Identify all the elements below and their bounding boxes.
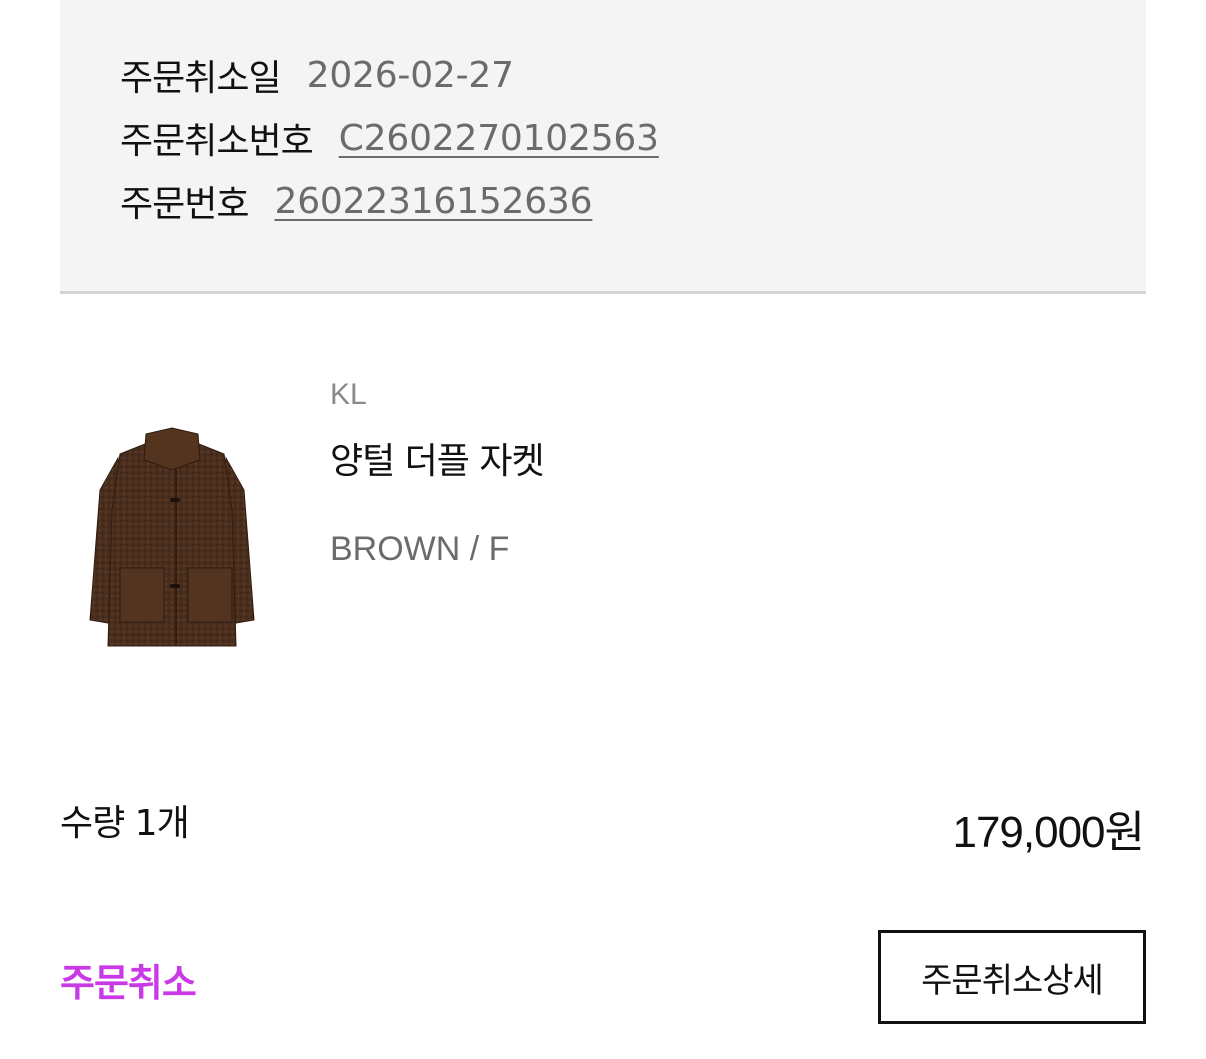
cancel-date-label: 주문취소일 xyxy=(120,58,282,99)
product-brand: KL xyxy=(330,378,367,411)
cancel-detail-button[interactable]: 주문취소상세 xyxy=(878,930,1146,1024)
jacket-icon xyxy=(89,427,255,647)
order-cancel-info-box: 주문취소일 2026-02-27 주문취소번호 C2602270102563 주… xyxy=(60,0,1146,294)
order-number-row: 주문번호 26022316152636 xyxy=(120,176,593,226)
cancel-number-row: 주문취소번호 C2602270102563 xyxy=(120,113,659,163)
quantity-text: 수량 1개 xyxy=(60,803,190,844)
order-status-label: 주문취소 xyxy=(60,961,197,1005)
cancel-number-link[interactable]: C2602270102563 xyxy=(339,118,659,159)
product-option: BROWN / F xyxy=(330,530,510,568)
cancel-number-label: 주문취소번호 xyxy=(120,121,314,162)
cancel-date-value: 2026-02-27 xyxy=(306,54,514,96)
product-name[interactable]: 양털 더플 자켓 xyxy=(330,432,545,484)
cancel-date-row: 주문취소일 2026-02-27 xyxy=(120,50,514,100)
product-image[interactable] xyxy=(80,420,264,656)
price-text: 179,000원 xyxy=(952,808,1145,857)
order-number-link[interactable]: 26022316152636 xyxy=(274,181,592,222)
order-number-label: 주문번호 xyxy=(120,184,249,225)
